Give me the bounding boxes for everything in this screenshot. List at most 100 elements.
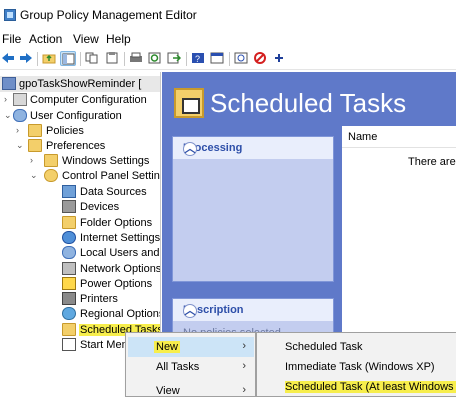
back-arrow-icon[interactable] (0, 51, 16, 66)
computer-icon (13, 93, 27, 106)
folder-icon (44, 154, 58, 167)
column-header-name[interactable]: Name (342, 126, 456, 148)
tree-label: Computer Configuration (30, 94, 147, 106)
collapse-icon[interactable]: ⌄ (30, 171, 38, 180)
collapse-chevron-icon[interactable]: ︿ (183, 142, 197, 156)
menu-view[interactable]: View (73, 32, 99, 46)
disable-icon[interactable] (252, 51, 268, 66)
context-menu: New › All Tasks › View › (125, 332, 256, 397)
scheduled-task-icon[interactable] (233, 51, 249, 66)
tree-node-folder-options[interactable]: Folder Options (0, 215, 160, 231)
expand-icon[interactable]: › (16, 126, 24, 135)
scheduled-tasks-icon (62, 323, 76, 336)
submenu-arrow-icon: › (242, 384, 246, 396)
submenu-arrow-icon: › (242, 340, 246, 352)
tree-node-devices[interactable]: Devices (0, 199, 160, 215)
tree-node-control-panel-settings[interactable]: ⌄ Control Panel Setting (0, 168, 160, 184)
tree-node-printers[interactable]: Printers (0, 291, 160, 307)
forward-arrow-icon[interactable] (18, 51, 34, 66)
tree-node-regional-options[interactable]: Regional Options (0, 306, 160, 322)
toolbar-separator (124, 52, 125, 66)
collapse-icon[interactable]: ⌄ (4, 111, 12, 120)
help-icon[interactable]: ? (190, 51, 206, 66)
context-menu-view[interactable]: View › (128, 381, 254, 397)
copy-icon[interactable] (84, 51, 100, 66)
window-title: Group Policy Management Editor (20, 8, 197, 22)
user-icon (13, 109, 27, 122)
toolbar-separator (229, 52, 230, 66)
tree-node-policies[interactable]: › Policies (0, 123, 160, 139)
print-icon[interactable] (128, 51, 144, 66)
tree-node-gpo-root[interactable]: gpoTaskShowReminder [ (0, 76, 160, 92)
start-menu-icon (62, 338, 76, 351)
submenu-immediate-task-xp[interactable]: Immediate Task (Windows XP) (259, 357, 455, 377)
control-panel-icon (44, 169, 58, 182)
expand-icon[interactable]: › (4, 95, 12, 104)
tree-label: Internet Settings (80, 232, 161, 244)
toolbar: ? (0, 48, 456, 70)
tree-label: Printers (80, 293, 118, 305)
properties-icon[interactable] (209, 51, 225, 66)
submenu-scheduled-task[interactable]: Scheduled Task (259, 337, 455, 357)
page-title: Scheduled Tasks (210, 88, 407, 118)
folder-options-icon (62, 216, 76, 229)
tree-label: Policies (46, 125, 84, 137)
printers-icon (62, 292, 76, 305)
tree-node-local-users-groups[interactable]: Local Users and G (0, 245, 160, 261)
context-menu-new[interactable]: New › (128, 337, 254, 357)
tree-label: Control Panel Setting (62, 170, 161, 182)
add-icon[interactable] (271, 51, 287, 66)
tree-node-computer-configuration[interactable]: › Computer Configuration (0, 92, 160, 108)
menu-file[interactable]: File (2, 32, 21, 46)
tree-label: Folder Options (80, 217, 153, 229)
menu-action[interactable]: Action (29, 32, 62, 46)
tree-label: Devices (80, 201, 120, 213)
tree-label: Data Sources (80, 186, 147, 198)
collapse-icon[interactable]: ⌄ (16, 141, 24, 150)
power-options-icon (62, 277, 76, 290)
tree-node-data-sources[interactable]: Data Sources (0, 184, 160, 200)
description-header: Description ︿ (173, 299, 333, 321)
column-name-label: Name (348, 131, 378, 143)
menu-item-label: Scheduled Task (285, 341, 363, 353)
refresh-icon[interactable] (147, 51, 163, 66)
toolbar-separator (80, 52, 81, 66)
tree-node-power-options[interactable]: Power Options (0, 276, 160, 292)
tree-node-windows-settings[interactable]: › Windows Settings (0, 153, 160, 169)
tree-label: Network Options (80, 263, 161, 275)
context-menu-all-tasks[interactable]: All Tasks › (128, 357, 254, 377)
processing-header: Processing ︿ (173, 137, 333, 159)
processing-panel: Processing ︿ (172, 136, 334, 282)
gpo-icon (2, 77, 16, 90)
up-folder-icon[interactable] (41, 51, 57, 66)
new-submenu: Scheduled Task Immediate Task (Windows X… (256, 332, 456, 397)
tree-label: gpoTaskShowReminder [ (19, 78, 142, 90)
tree-label: Power Options (80, 278, 153, 290)
gpme-app-icon (4, 9, 16, 21)
devices-icon (62, 200, 76, 213)
local-users-icon (62, 246, 76, 259)
menu-item-label: View (156, 385, 180, 397)
toolbar-separator (186, 52, 187, 66)
submenu-scheduled-task-win7[interactable]: Scheduled Task (At least Windows 7) (259, 377, 456, 397)
tree-node-internet-settings[interactable]: Internet Settings (0, 230, 160, 246)
title-bar: Group Policy Management Editor (0, 0, 456, 30)
export-list-icon[interactable] (166, 51, 182, 66)
paste-icon[interactable] (104, 51, 120, 66)
show-hide-tree-icon[interactable] (60, 51, 76, 66)
expand-icon[interactable]: › (30, 156, 38, 165)
menu-help[interactable]: Help (106, 32, 131, 46)
tree-node-preferences[interactable]: ⌄ Preferences (0, 138, 160, 154)
menu-item-label: All Tasks (156, 361, 200, 373)
tree-label: Regional Options (80, 308, 161, 320)
tree-node-network-options[interactable]: Network Options (0, 261, 160, 277)
menu-item-label: Immediate Task (Windows XP) (285, 361, 435, 373)
collapse-chevron-icon[interactable]: ︿ (183, 304, 197, 318)
menu-item-label: Scheduled Task (At least Windows 7) (285, 381, 456, 393)
internet-settings-icon (62, 231, 76, 244)
tree-node-user-configuration[interactable]: ⌄ User Configuration (0, 108, 160, 124)
toolbar-separator (37, 52, 38, 66)
empty-list-message: There are r (408, 156, 456, 168)
scheduled-tasks-banner-icon (174, 88, 204, 118)
submenu-arrow-icon: › (242, 360, 246, 372)
